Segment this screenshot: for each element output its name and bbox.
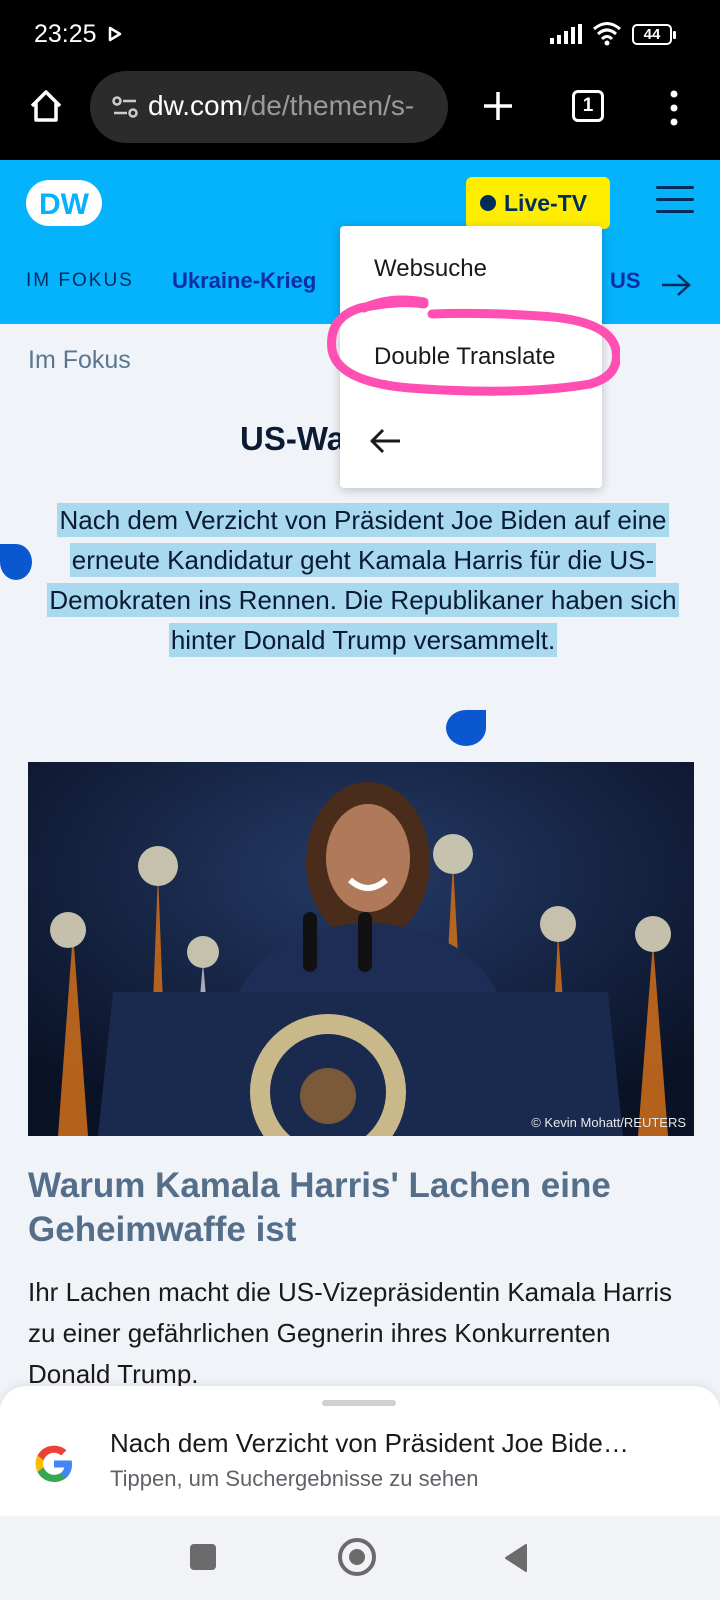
battery-icon: 44 bbox=[632, 24, 676, 45]
system-nav-bar bbox=[0, 1516, 720, 1600]
sheet-grabber[interactable] bbox=[322, 1400, 396, 1406]
section-title: US-Wa bbox=[240, 420, 346, 457]
url-text: dw.com/de/themen/s- bbox=[148, 90, 438, 122]
back-triangle-icon[interactable] bbox=[502, 1542, 530, 1574]
selection-start-handle[interactable] bbox=[0, 544, 32, 580]
nav-label-fokus: IM FOKUS bbox=[26, 270, 134, 291]
home-icon[interactable] bbox=[26, 86, 66, 126]
more-menu-icon[interactable] bbox=[664, 88, 684, 128]
status-time: 23:25 bbox=[34, 20, 97, 48]
selected-text[interactable]: Nach dem Verzicht von Präsident Joe Bide… bbox=[47, 503, 679, 657]
live-dot-icon bbox=[480, 195, 496, 211]
dw-logo[interactable]: DW bbox=[24, 178, 104, 228]
section-kicker[interactable]: Im Fokus bbox=[28, 346, 131, 375]
article-headline[interactable]: Warum Kamala Harris' Lachen eine Geheimw… bbox=[28, 1164, 694, 1252]
site-settings-icon[interactable] bbox=[112, 95, 138, 119]
url-path: /de/themen/s- bbox=[242, 90, 415, 121]
live-tv-label: Live-TV bbox=[504, 190, 588, 216]
live-tv-button[interactable]: Live-TV bbox=[466, 177, 610, 229]
hamburger-menu-icon[interactable] bbox=[656, 184, 694, 216]
photo-credit: © Kevin Mohatt/REUTERS bbox=[531, 1115, 686, 1130]
address-bar[interactable]: dw.com/de/themen/s- bbox=[90, 71, 448, 143]
play-icon bbox=[108, 26, 122, 42]
selected-paragraph[interactable]: Nach dem Verzicht von Präsident Joe Bide… bbox=[30, 500, 696, 660]
recents-icon[interactable] bbox=[190, 1544, 216, 1570]
status-bar: 23:25 44 bbox=[0, 0, 720, 68]
suggestion-subtitle: Tippen, um Suchergebnisse zu sehen bbox=[110, 1466, 479, 1491]
signal-icon bbox=[550, 24, 582, 44]
nav-link-ukraine[interactable]: Ukraine-Krieg bbox=[172, 268, 316, 294]
tab-switcher-button[interactable]: 1 bbox=[572, 90, 604, 122]
arrow-left-icon[interactable] bbox=[368, 426, 404, 456]
google-logo-icon bbox=[35, 1445, 72, 1482]
suggestion-title: Nach dem Verzicht von Präsident Joe Bide… bbox=[110, 1428, 629, 1458]
dw-logo-text: DW bbox=[39, 188, 90, 221]
home-button-icon[interactable] bbox=[338, 1538, 376, 1576]
highlight-scribble bbox=[327, 295, 620, 396]
search-suggestion-sheet[interactable]: Nach dem Verzicht von Präsident Joe Bide… bbox=[0, 1386, 720, 1516]
browser-toolbar: dw.com/de/themen/s- 1 bbox=[0, 68, 720, 160]
wifi-icon bbox=[593, 22, 621, 46]
article-photo[interactable]: © Kevin Mohatt/REUTERS bbox=[28, 762, 694, 1136]
arrow-right-icon[interactable] bbox=[660, 272, 692, 298]
url-host: dw.com bbox=[148, 90, 243, 121]
selection-end-handle[interactable] bbox=[446, 710, 486, 746]
menu-item-websuche[interactable]: Websuche bbox=[374, 255, 487, 283]
new-tab-icon[interactable] bbox=[478, 86, 518, 126]
photo-illustration bbox=[28, 762, 694, 1136]
article-teaser: Ihr Lachen macht die US-Vizepräsidentin … bbox=[28, 1277, 673, 1389]
